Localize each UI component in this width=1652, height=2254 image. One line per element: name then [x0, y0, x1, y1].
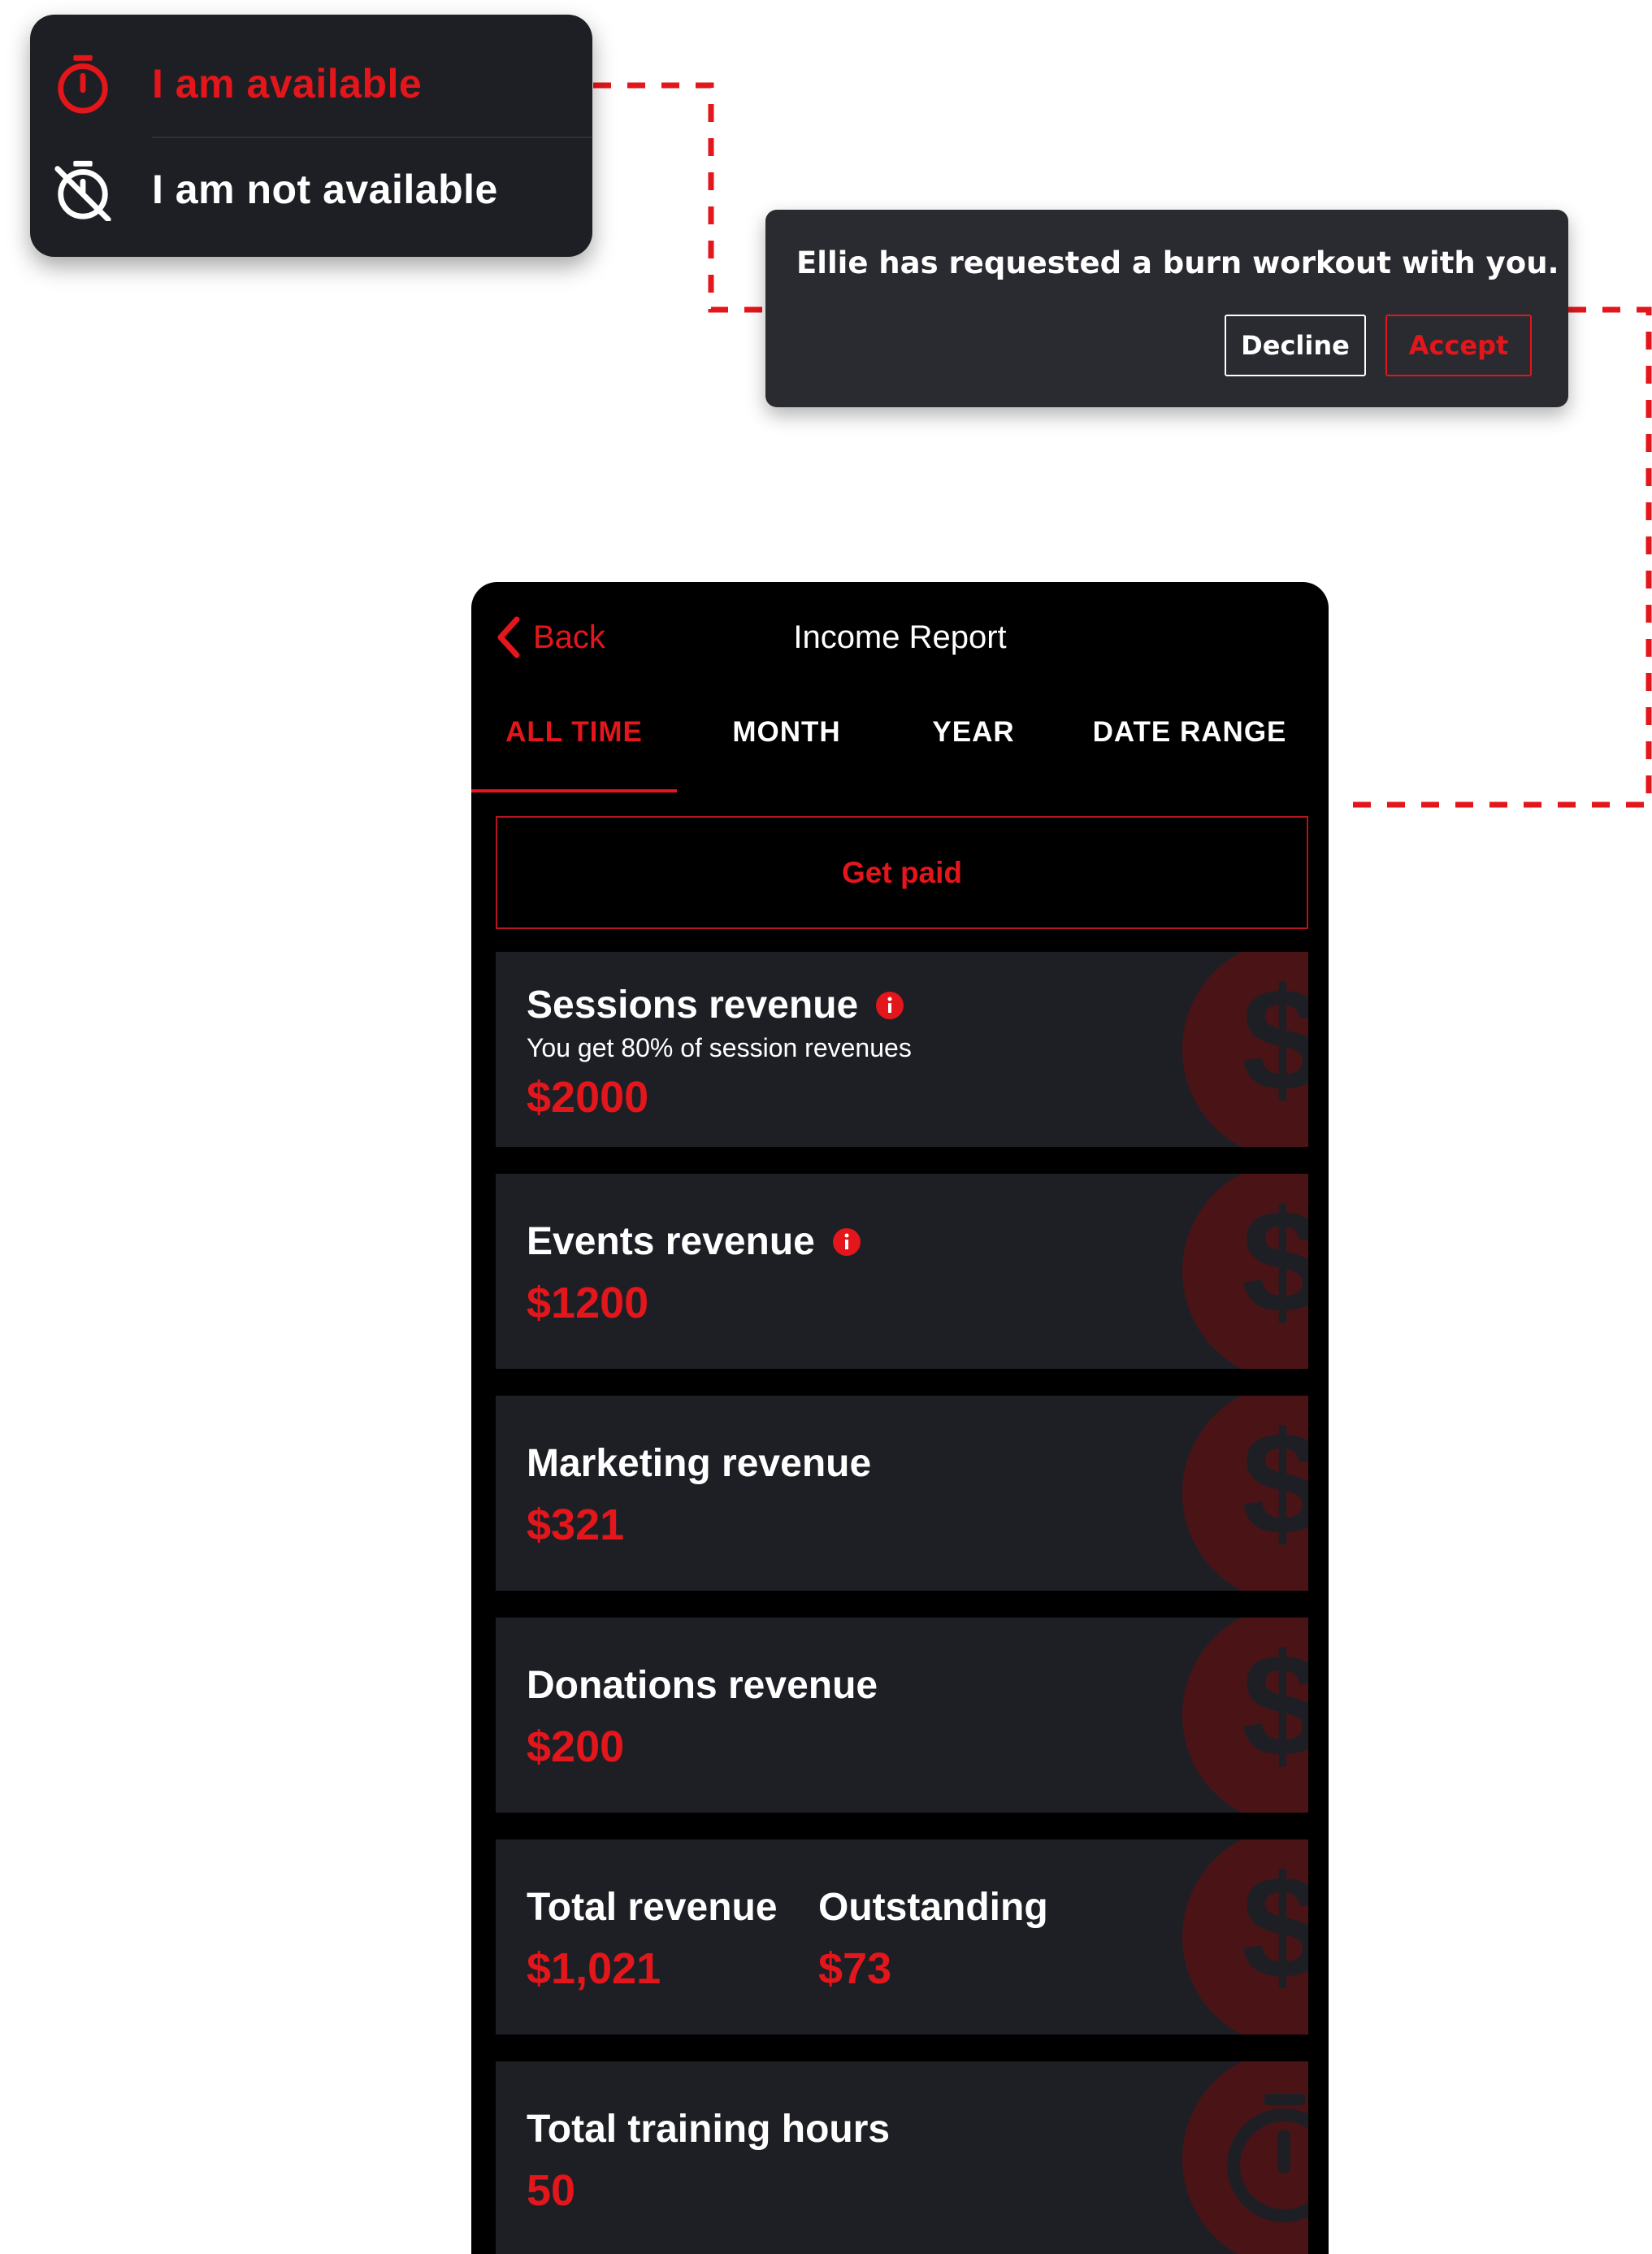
events-revenue-value: $1200 — [527, 1279, 649, 1327]
dollar-icon: $ — [1182, 1174, 1308, 1369]
available-label: I am available — [152, 61, 423, 106]
card-title: Events revenue — [527, 1219, 861, 1264]
total-revenue-title: Total revenue — [527, 1886, 778, 1929]
not-available-label: I am not available — [152, 167, 498, 212]
outstanding-title: Outstanding — [818, 1886, 1048, 1929]
sessions-revenue-subtitle: You get 80% of session revenues — [527, 1033, 912, 1062]
availability-menu: I am available I am not available — [30, 15, 592, 257]
tab-month[interactable]: MONTH — [677, 688, 896, 777]
active-tab-indicator — [471, 789, 677, 793]
income-report-screen: Back Income Report ALL TIME MONTH YEAR D… — [471, 582, 1329, 2254]
marketing-revenue-title: Marketing revenue — [527, 1442, 872, 1485]
workout-request-notification: Ellie has requested a burn workout with … — [765, 210, 1568, 407]
sessions-revenue-value: $2000 — [527, 1073, 649, 1122]
events-revenue-title: Events revenue — [527, 1220, 815, 1263]
marketing-revenue-card: $ Marketing revenue $321 — [496, 1396, 1308, 1591]
get-paid-button[interactable]: Get paid — [496, 816, 1308, 929]
card-title: Sessions revenue — [527, 983, 904, 1027]
dollar-icon: $ — [1182, 952, 1308, 1147]
stopwatch-icon — [58, 54, 108, 114]
available-option[interactable]: I am available — [30, 31, 592, 137]
total-revenue-value: $1,021 — [527, 1944, 661, 1993]
svg-text:$: $ — [1242, 958, 1308, 1122]
period-tabs: ALL TIME MONTH YEAR DATE RANGE — [471, 688, 1329, 777]
stopwatch-icon — [1182, 2061, 1308, 2254]
donations-revenue-card: $ Donations revenue $200 — [496, 1618, 1308, 1813]
dollar-icon: $ — [1182, 1839, 1308, 2035]
info-icon[interactable] — [832, 1227, 861, 1256]
page-title: Income Report — [793, 619, 1007, 655]
dollar-icon: $ — [1182, 1396, 1308, 1591]
notification-message: Ellie has requested a burn workout with … — [796, 245, 1559, 280]
sessions-revenue-card: $ Sessions revenue You get 80% of sessio… — [496, 952, 1308, 1147]
sessions-revenue-title: Sessions revenue — [527, 984, 859, 1027]
not-available-option[interactable]: I am not available — [30, 137, 592, 242]
training-hours-title: Total training hours — [527, 2108, 891, 2151]
svg-text:$: $ — [1242, 1624, 1308, 1787]
total-revenue-card: $ Total revenue $1,021 Outstanding $73 — [496, 1839, 1308, 2035]
events-revenue-card: $ Events revenue $1200 — [496, 1174, 1308, 1369]
training-hours-value: 50 — [527, 2166, 576, 2215]
decline-button[interactable]: Decline — [1225, 315, 1366, 376]
svg-text:$: $ — [1242, 1846, 1308, 2009]
outstanding-value: $73 — [818, 1944, 892, 1993]
accept-button[interactable]: Accept — [1385, 315, 1532, 376]
svg-text:$: $ — [1242, 1402, 1308, 1566]
svg-text:$: $ — [1242, 1180, 1308, 1344]
marketing-revenue-value: $321 — [527, 1500, 625, 1549]
info-icon[interactable] — [876, 991, 904, 1019]
tab-year[interactable]: YEAR — [896, 688, 1051, 777]
donations-revenue-value: $200 — [527, 1722, 625, 1771]
dollar-icon: $ — [1182, 1618, 1308, 1813]
donations-revenue-title: Donations revenue — [527, 1664, 878, 1707]
tab-date-range[interactable]: DATE RANGE — [1051, 688, 1329, 777]
training-hours-card: Total training hours 50 — [496, 2061, 1308, 2254]
stopwatch-off-icon — [54, 160, 111, 221]
tab-all-time[interactable]: ALL TIME — [471, 688, 677, 777]
